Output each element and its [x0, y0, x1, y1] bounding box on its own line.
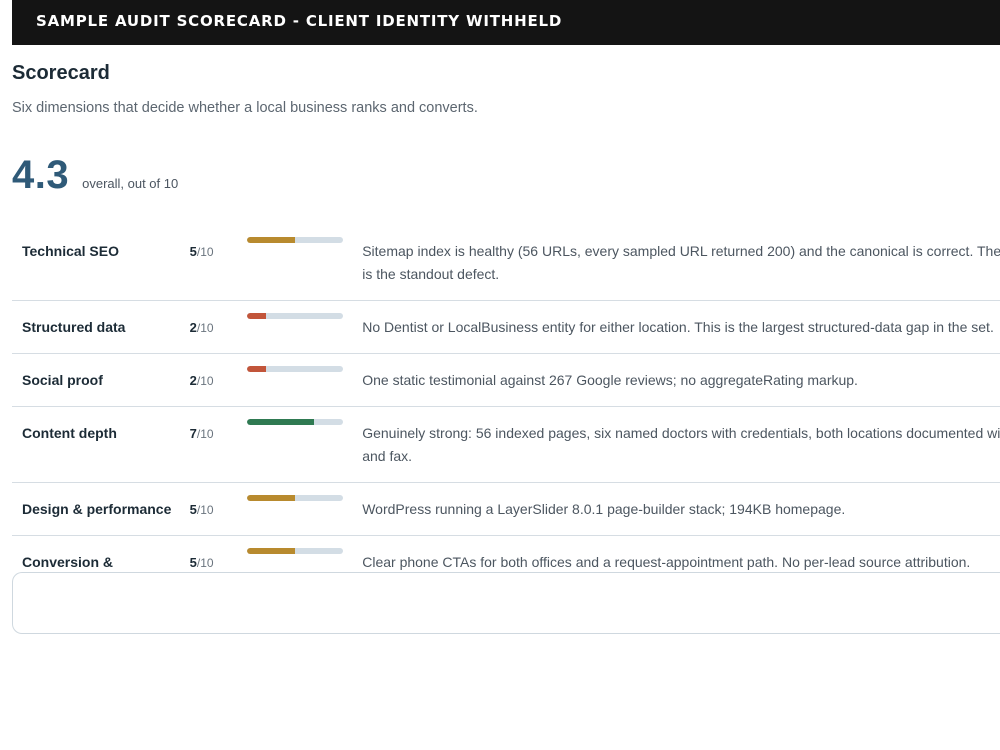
- score-value: 5: [189, 502, 197, 517]
- dimension-name: Design & performance: [22, 501, 172, 517]
- score-denominator: /10: [196, 556, 214, 570]
- overall-score-label: overall, out of 10: [82, 176, 179, 191]
- dimension-score: 5/10: [190, 225, 247, 301]
- table-row: Design & performance 5/10 WordPress runn…: [12, 483, 1000, 536]
- dimension-score: 5/10: [190, 483, 247, 536]
- score-denominator: /10: [196, 427, 214, 441]
- score-bar: [246, 313, 343, 319]
- score-value: 5: [189, 244, 197, 259]
- header-bar: SAMPLE AUDIT SCORECARD - CLIENT IDENTITY…: [12, 0, 1000, 45]
- score-denominator: /10: [196, 321, 214, 335]
- dimension-name: Structured data: [22, 319, 126, 335]
- score-bar-fill: [246, 366, 266, 372]
- note-line: is the standout defect.: [362, 266, 500, 282]
- score-bar-fill: [246, 419, 314, 425]
- score-value: 5: [189, 555, 197, 570]
- table-row: Technical SEO 5/10 Sitemap index is heal…: [12, 225, 1000, 301]
- score-value: 2: [189, 320, 197, 335]
- note-line: Sitemap index is healthy (56 URLs, every…: [362, 243, 1000, 259]
- section-subtitle: Six dimensions that decide whether a loc…: [12, 100, 478, 116]
- note-line: One static testimonial against 267 Googl…: [362, 372, 858, 388]
- score-value: 2: [189, 373, 197, 388]
- dimension-name: Content depth: [22, 425, 117, 441]
- score-bar-cell: [246, 483, 362, 536]
- score-bar: [246, 548, 343, 554]
- table-row: Content depth 7/10 Genuinely strong: 56 …: [12, 407, 1000, 483]
- score-bar: [246, 495, 343, 501]
- scorecard-table: Technical SEO 5/10 Sitemap index is heal…: [12, 225, 1000, 605]
- dimension-score: 2/10: [190, 354, 247, 407]
- section-title: Scorecard: [12, 62, 110, 84]
- overall-score-block: 4.3 overall, out of 10: [12, 153, 178, 198]
- dimension-note: One static testimonial against 267 Googl…: [362, 354, 1000, 407]
- score-bar-cell: [246, 225, 362, 301]
- score-bar-cell: [246, 301, 362, 354]
- score-bar-fill: [246, 237, 295, 243]
- dimension-score: 7/10: [190, 407, 247, 483]
- dimension-note: Genuinely strong: 56 indexed pages, six …: [362, 407, 1000, 483]
- score-bar-fill: [246, 548, 295, 554]
- score-bar: [246, 366, 343, 372]
- dimension-note: WordPress running a LayerSlider 8.0.1 pa…: [362, 483, 1000, 536]
- score-bar-fill: [246, 495, 295, 501]
- score-bar: [246, 237, 343, 243]
- table-row: Structured data 2/10 No Dentist or Local…: [12, 301, 1000, 354]
- score-denominator: /10: [196, 503, 214, 517]
- empty-card: [12, 572, 1000, 634]
- score-bar: [246, 419, 343, 425]
- note-line: Clear phone CTAs for both offices and a …: [362, 554, 971, 570]
- score-bar-cell: [246, 354, 362, 407]
- dimension-name-line: Conversion &: [22, 554, 114, 570]
- score-denominator: /10: [196, 245, 214, 259]
- dimension-note: Sitemap index is healthy (56 URLs, every…: [362, 225, 1000, 301]
- score-bar-cell: [246, 407, 362, 483]
- score-value: 7: [189, 426, 197, 441]
- dimension-score: 2/10: [190, 301, 247, 354]
- header-title: SAMPLE AUDIT SCORECARD - CLIENT IDENTITY…: [36, 11, 563, 30]
- dimension-note: No Dentist or LocalBusiness entity for e…: [362, 301, 1000, 354]
- score-denominator: /10: [196, 374, 214, 388]
- note-line: No Dentist or LocalBusiness entity for e…: [362, 319, 994, 335]
- score-bar-fill: [246, 313, 266, 319]
- note-line: and fax.: [362, 448, 413, 464]
- note-line: WordPress running a LayerSlider 8.0.1 pa…: [362, 501, 846, 517]
- dimension-name: Technical SEO: [22, 243, 119, 259]
- overall-score: 4.3: [12, 153, 70, 197]
- dimension-name: Social proof: [22, 372, 103, 388]
- table-row: Social proof 2/10 One static testimonial…: [12, 354, 1000, 407]
- note-line: Genuinely strong: 56 indexed pages, six …: [362, 425, 1000, 441]
